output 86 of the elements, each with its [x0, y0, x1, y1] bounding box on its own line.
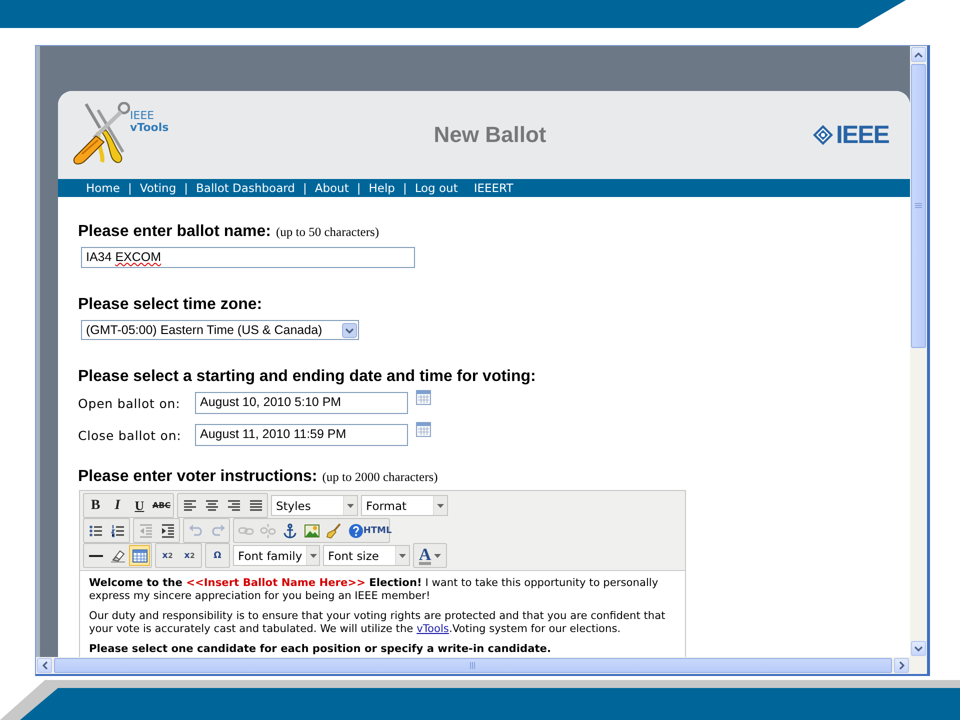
help-icon: [348, 522, 364, 538]
nav-separator: |: [402, 181, 407, 195]
field-hint: (up to 2000 characters): [322, 470, 438, 485]
grip-icon: [915, 203, 922, 209]
unlink-icon: [260, 522, 276, 538]
calendar-icon: [416, 390, 431, 405]
caret-down-icon: [437, 504, 444, 508]
toolbar-button[interactable]: U: [129, 495, 150, 516]
vtools-link[interactable]: vTools: [416, 622, 449, 634]
horizontal-rule-icon: [88, 554, 102, 556]
caret-right-icon: [898, 661, 904, 670]
anchor-icon: [282, 522, 298, 538]
caret-down-icon: [914, 646, 923, 652]
field-label: Please select time zone:: [78, 296, 262, 314]
justify-icon: [248, 498, 264, 514]
toolbar-button[interactable]: [129, 545, 150, 566]
field-label: Please enter ballot name:: [78, 223, 271, 241]
table-icon: [132, 548, 148, 564]
toolbar-dropdown[interactable]: Font family: [233, 545, 320, 566]
field-label: Please enter voter instructions:: [78, 468, 318, 486]
calendar-icon: [416, 422, 431, 437]
nav-link[interactable]: About: [314, 181, 349, 195]
instruction-paragraph: Welcome to the <<Insert Ballot Name Here>> Election! I want to take this opportunity to personally express my sincere appreciation for you being an IEEE member!: [89, 577, 660, 602]
toolbar-button[interactable]: Ω: [207, 545, 228, 566]
nav-separator: |: [184, 181, 188, 195]
instruction-paragraph: Our duty and responsibility is to ensure that your voting rights are protected and that you are confident that your vote is accurately cast and tabulated. We will utilize the vTools.Voting system for our elections.: [89, 610, 666, 635]
toolbar-button[interactable]: B: [85, 495, 106, 516]
broom-icon: [326, 522, 342, 538]
logo-text: vTools: [130, 122, 169, 134]
indent-icon: [160, 522, 176, 538]
toolbar-button[interactable]: ABC: [151, 495, 172, 516]
toolbar-button[interactable]: I: [107, 495, 128, 516]
nav-separator: |: [356, 181, 361, 195]
logo-text: IEEE: [130, 110, 156, 122]
ballot-name-text: IA34: [86, 250, 113, 264]
text-color-button[interactable]: A: [415, 545, 445, 566]
nav-link[interactable]: Voting: [140, 181, 176, 195]
scrollbar-thumb[interactable]: [54, 658, 892, 673]
scroll-up-button[interactable]: [911, 47, 926, 62]
field-label: Close ballot on:: [78, 428, 182, 442]
ballot-name-input[interactable]: IA34 EXCOM: [81, 247, 415, 268]
align-left-icon: [182, 498, 198, 514]
outdent-icon: [138, 522, 154, 538]
nav-separator: |: [128, 181, 132, 195]
instruction-paragraph: Please select one candidate for each position or specify a write-in candidate.: [89, 643, 552, 656]
align-right-icon: [226, 498, 242, 514]
numbered-list-icon: [110, 522, 126, 538]
time-zone-select[interactable]: (GMT-05:00) Eastern Time (US & Canada): [81, 320, 359, 340]
ballot-name-text: EXCOM: [115, 250, 162, 264]
eraser-icon: [110, 548, 126, 564]
vertical-scrollbar[interactable]: [910, 46, 927, 657]
nav-link[interactable]: Help: [368, 181, 395, 195]
nav-link[interactable]: IEEERT: [474, 181, 514, 195]
grip-icon: [470, 662, 476, 669]
caret-down-icon: [310, 554, 317, 558]
horizontal-scrollbar[interactable]: [36, 657, 910, 674]
toolbar-dropdown[interactable]: Font size: [323, 545, 410, 566]
caret-left-icon: [42, 661, 48, 670]
nav-link[interactable]: Log out: [414, 181, 458, 195]
image-icon: [304, 522, 320, 538]
toolbar-dropdown[interactable]: Format: [361, 495, 448, 516]
caret-down-icon: [434, 554, 442, 558]
nav-separator: |: [302, 181, 307, 195]
align-center-icon: [204, 498, 220, 514]
diamond-logo-icon: [812, 124, 834, 146]
nav-link[interactable]: Home: [86, 181, 120, 195]
page-title: New Ballot: [434, 122, 546, 147]
date-input[interactable]: August 10, 2010 5:10 PM: [195, 392, 408, 414]
field-hint: (up to 50 characters): [276, 225, 380, 240]
scroll-right-button[interactable]: [894, 658, 909, 673]
nav-link[interactable]: Ballot Dashboard: [196, 181, 295, 195]
redo-icon: [210, 522, 226, 538]
toolbar-dropdown[interactable]: Styles: [271, 495, 358, 516]
caret-down-icon: [347, 504, 354, 508]
date-input[interactable]: August 11, 2010 11:59 PM: [195, 424, 408, 446]
scrollbar-corner: [910, 657, 927, 674]
bulleted-list-icon: [88, 522, 104, 538]
field-label: Please select a starting and ending date and time for voting:: [78, 368, 536, 386]
caret-up-icon: [914, 52, 923, 58]
scroll-down-button[interactable]: [911, 641, 926, 656]
scrollbar-thumb[interactable]: [911, 64, 926, 348]
scroll-left-button[interactable]: [37, 658, 52, 673]
undo-icon: [188, 522, 204, 538]
field-label: Open ballot on:: [78, 396, 182, 410]
caret-down-icon: [399, 554, 406, 558]
brand-name: IEEE: [836, 120, 889, 150]
